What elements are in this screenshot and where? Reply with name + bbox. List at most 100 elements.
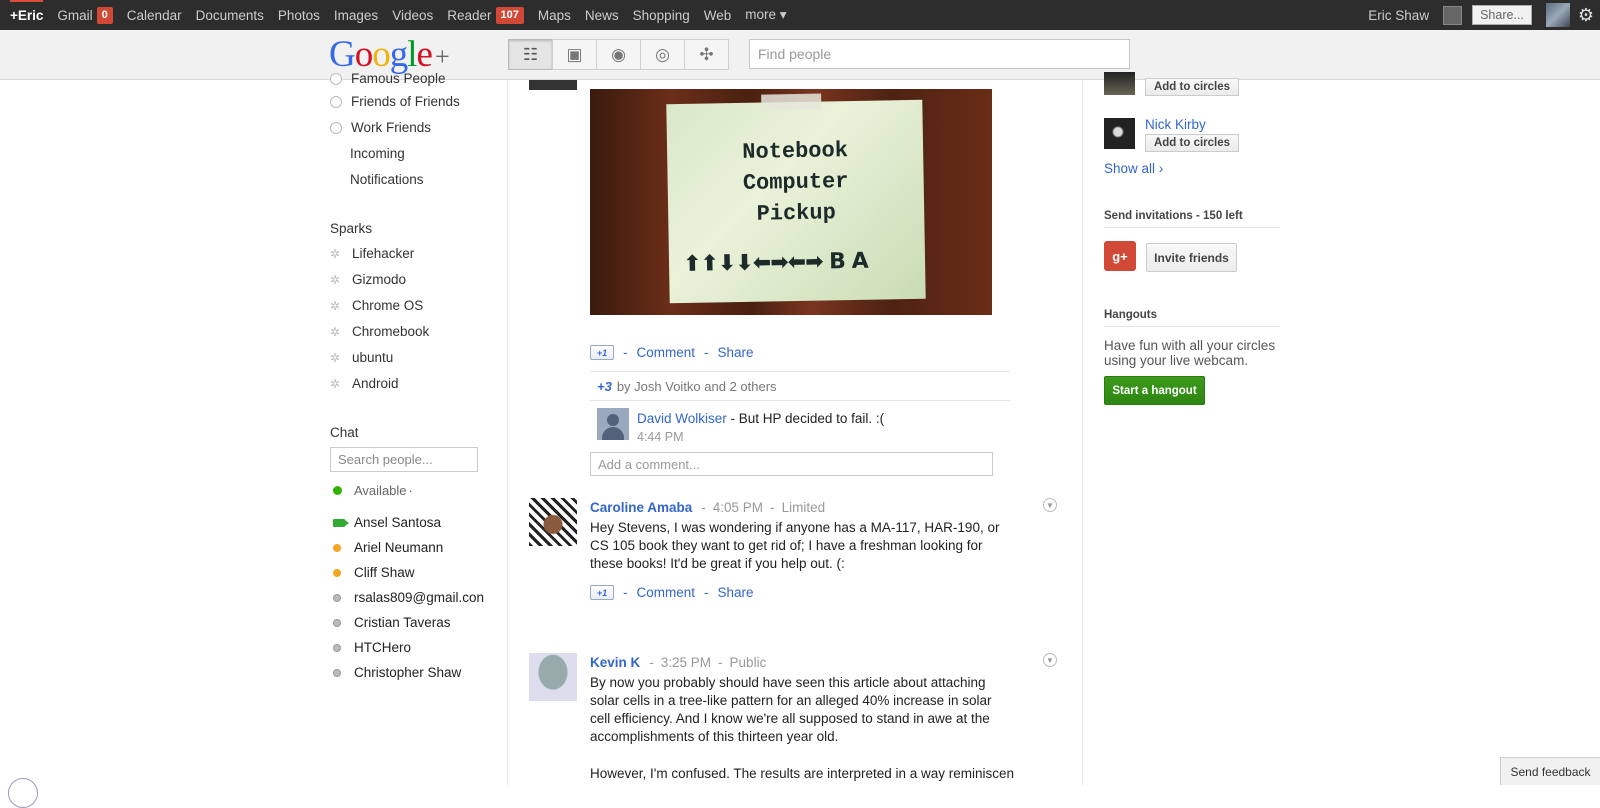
chat-contact[interactable]: Christopher Shaw — [333, 665, 461, 680]
gmail-unread-badge: 0 — [96, 6, 113, 24]
topbar-link-images[interactable]: Images — [334, 8, 378, 23]
spark-item[interactable]: ✲ Android — [330, 376, 399, 391]
find-people-input[interactable] — [749, 39, 1130, 69]
post-visibility[interactable]: Limited — [782, 500, 826, 515]
post-time[interactable]: 3:25 PM — [661, 655, 711, 670]
topbar-link-reader[interactable]: Reader 107 — [447, 6, 524, 24]
topbar-link-shopping[interactable]: Shopping — [633, 8, 690, 23]
topbar-link-gmail[interactable]: Gmail 0 — [57, 6, 113, 24]
circle-item-friends-of-friends[interactable]: Friends of Friends — [330, 94, 460, 109]
topbar-link-profile[interactable]: +Eric — [10, 0, 44, 30]
chat-heading: Chat — [330, 425, 359, 440]
show-all-link[interactable]: Show all › — [1104, 161, 1163, 176]
spark-item[interactable]: ✲ ubuntu — [330, 350, 393, 365]
chat-contact[interactable]: Cristian Taveras — [333, 615, 451, 630]
sidebar-item-incoming[interactable]: Incoming — [350, 146, 405, 161]
post-actions: +1 - Comment - Share — [590, 585, 754, 600]
contact-name: HTCHero — [354, 640, 412, 655]
topbar-link-videos[interactable]: Videos — [392, 8, 433, 23]
start-hangout-button[interactable]: Start a hangout — [1104, 376, 1205, 405]
reader-unread-badge: 107 — [495, 6, 524, 24]
post-photo[interactable]: Notebook Computer Pickup ⬆⬆⬇⬇⬅➡⬅➡ B A — [590, 89, 992, 315]
available-dot-icon — [333, 486, 342, 495]
post-avatar[interactable] — [529, 80, 577, 90]
comment-link[interactable]: Comment — [637, 585, 696, 600]
plus-one-summary[interactable]: +3 by Josh Voitko and 2 others — [590, 371, 1010, 401]
profile-icon[interactable]: ◉ — [596, 39, 641, 70]
post-avatar[interactable] — [529, 653, 577, 701]
comment-author[interactable]: David Wolkiser — [637, 411, 727, 426]
invitations-heading: Send invitations - 150 left — [1104, 210, 1280, 228]
share-button[interactable]: Share... — [1472, 5, 1532, 25]
spark-icon: ✲ — [330, 376, 341, 391]
chat-contact[interactable]: Ansel Santosa — [333, 515, 441, 530]
chat-contact[interactable]: Cliff Shaw — [333, 565, 415, 580]
spark-label: Lifehacker — [352, 246, 415, 261]
plus-one-button[interactable]: +1 — [590, 585, 614, 600]
radio-icon — [330, 72, 342, 85]
send-feedback-button[interactable]: Send feedback — [1500, 757, 1600, 785]
chat-contact[interactable]: HTCHero — [333, 640, 411, 655]
plus-one-button[interactable]: +1 — [590, 345, 614, 360]
spark-item[interactable]: ✲ Chrome OS — [330, 298, 423, 313]
corner-widget-icon[interactable] — [8, 778, 38, 808]
topbar-user-name[interactable]: Eric Shaw — [1368, 8, 1429, 23]
topbar-link-calendar[interactable]: Calendar — [127, 8, 182, 23]
share-link[interactable]: Share — [718, 585, 754, 600]
hangouts-description: Have fun with all your circles using you… — [1104, 338, 1276, 368]
user-avatar[interactable] — [1545, 3, 1570, 27]
spark-item[interactable]: ✲ Chromebook — [330, 324, 429, 339]
home-icon[interactable]: ☷ — [508, 39, 553, 70]
contact-name: Christopher Shaw — [354, 665, 462, 680]
post-menu-chevron-icon[interactable]: ▼ — [1043, 498, 1057, 512]
sign-arrows: ⬆⬆⬇⬇⬅➡⬅➡ B A — [682, 248, 868, 277]
chat-status-selector[interactable]: Available · — [333, 483, 413, 498]
sidebar-item-notifications[interactable]: Notifications — [350, 172, 424, 187]
topbar-link-news[interactable]: News — [585, 8, 619, 23]
spark-item[interactable]: ✲ Gizmodo — [330, 272, 406, 287]
post-author[interactable]: Kevin K — [590, 655, 640, 670]
suggestion-avatar[interactable] — [1104, 118, 1135, 149]
add-to-circles-button[interactable]: Add to circles — [1145, 78, 1239, 96]
post-avatar[interactable] — [529, 498, 577, 546]
google-plus-logo[interactable]: Google + — [329, 34, 450, 76]
chat-contact[interactable]: Ariel Neumann — [333, 540, 443, 555]
games-icon[interactable]: ✣ — [684, 39, 729, 70]
comment-link[interactable]: Comment — [637, 345, 696, 360]
circle-item-work-friends[interactable]: Work Friends — [330, 120, 431, 135]
post-author[interactable]: Caroline Amaba — [590, 500, 692, 515]
post-time[interactable]: 4:05 PM — [713, 500, 763, 515]
post-menu-chevron-icon[interactable]: ▼ — [1043, 653, 1057, 667]
add-comment-input[interactable] — [590, 452, 993, 476]
circle-label: Work Friends — [351, 120, 432, 135]
spark-label: ubuntu — [352, 350, 394, 365]
invite-friends-button[interactable]: Invite friends — [1146, 243, 1237, 272]
comment-avatar[interactable] — [597, 408, 629, 440]
suggestion-name[interactable]: Nick Kirby — [1145, 117, 1206, 132]
topbar-more-menu[interactable]: more ▾ — [745, 7, 786, 23]
suggestion-avatar[interactable] — [1104, 72, 1135, 95]
notifications-box[interactable] — [1443, 5, 1463, 25]
topbar-link-documents[interactable]: Documents — [196, 8, 264, 23]
chat-contact[interactable]: rsalas809@gmail.con — [333, 590, 484, 605]
chat-search-input[interactable] — [330, 447, 478, 472]
photos-icon[interactable]: ▣ — [552, 39, 597, 70]
hangouts-heading: Hangouts — [1104, 309, 1280, 327]
topbar-link-maps[interactable]: Maps — [538, 8, 571, 23]
circles-icon[interactable]: ◎ — [640, 39, 685, 70]
gear-icon[interactable]: ⚙ — [1578, 5, 1594, 26]
circle-item-famous-people[interactable]: Famous People — [330, 71, 446, 86]
add-to-circles-button[interactable]: Add to circles — [1145, 134, 1239, 152]
spark-icon: ✲ — [330, 324, 341, 339]
offline-dot-icon — [333, 668, 341, 677]
contact-name: rsalas809@gmail.con — [354, 590, 485, 605]
spark-item[interactable]: ✲ Lifehacker — [330, 246, 414, 261]
comment-text: - But HP decided to fail. :( — [726, 411, 885, 426]
contact-name: Cliff Shaw — [354, 565, 415, 580]
topbar-link-web[interactable]: Web — [704, 8, 732, 23]
share-link[interactable]: Share — [718, 345, 754, 360]
topbar-link-photos[interactable]: Photos — [278, 8, 320, 23]
right-sidebar: Add to circles Nick Kirby Add to circles… — [1104, 72, 1280, 785]
post-visibility[interactable]: Public — [730, 655, 767, 670]
idle-dot-icon — [333, 543, 341, 552]
